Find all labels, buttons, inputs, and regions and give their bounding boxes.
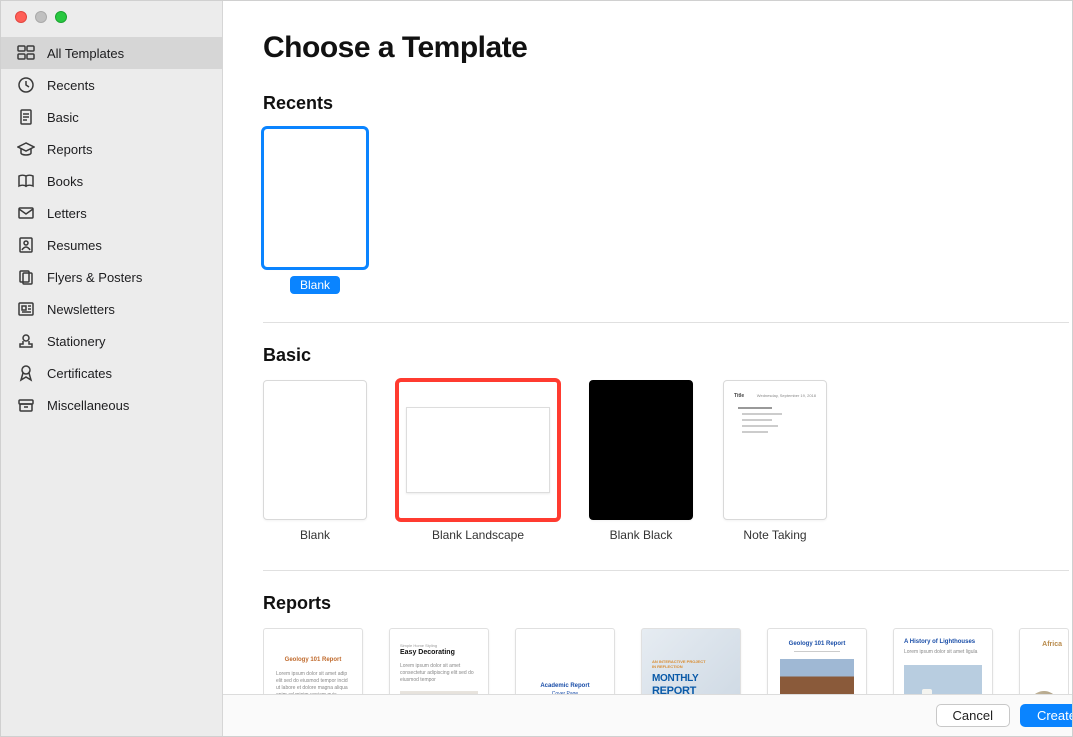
sidebar-item-all-templates[interactable]: All Templates xyxy=(1,37,222,69)
grid-icon xyxy=(17,44,35,62)
template-report-decorating[interactable]: Simple Home Styling Easy Decorating Lore… xyxy=(389,628,489,694)
section-divider xyxy=(263,570,1069,571)
main-area: Choose a Template Recents Blank Basic xyxy=(223,1,1073,736)
graduation-icon xyxy=(17,140,35,158)
report-title: MONTHLY xyxy=(652,673,698,684)
cancel-button[interactable]: Cancel xyxy=(936,704,1010,727)
template-label: Blank xyxy=(290,276,340,294)
window-controls xyxy=(15,11,67,23)
sidebar-item-label: Flyers & Posters xyxy=(47,270,142,285)
sidebar-item-label: Newsletters xyxy=(47,302,115,317)
template-thumb xyxy=(397,380,559,520)
sidebar-item-reports[interactable]: Reports xyxy=(1,133,222,165)
template-thumb xyxy=(263,128,367,268)
archive-icon xyxy=(17,396,35,414)
layers-icon xyxy=(17,268,35,286)
sidebar-item-label: Basic xyxy=(47,110,79,125)
section-basic: Basic Blank Blank Landscape Blank Black xyxy=(263,345,1069,542)
template-report-geology-2[interactable]: Geology 101 Report Lorem ipsum dolor sit… xyxy=(767,628,867,694)
sidebar: All Templates Recents Basic Reports Book xyxy=(1,1,223,736)
template-label: Blank xyxy=(300,528,330,542)
sidebar-item-label: All Templates xyxy=(47,46,124,61)
sidebar-item-label: Recents xyxy=(47,78,95,93)
minimize-window-button[interactable] xyxy=(35,11,47,23)
stamp-icon xyxy=(17,332,35,350)
sidebar-item-miscellaneous[interactable]: Miscellaneous xyxy=(1,389,222,421)
section-recents: Recents Blank xyxy=(263,93,1069,294)
page-icon xyxy=(17,108,35,126)
report-title: Africa xyxy=(1042,641,1062,648)
template-report-africa[interactable]: Africa xyxy=(1019,628,1069,694)
section-reports: Reports Geology 101 Report Lorem ipsum d… xyxy=(263,593,1069,694)
template-thumb xyxy=(263,380,367,520)
sidebar-item-flyers-posters[interactable]: Flyers & Posters xyxy=(1,261,222,293)
report-title: Academic Report xyxy=(516,683,614,689)
template-label: Blank Black xyxy=(610,528,673,542)
report-title: Geology 101 Report xyxy=(264,657,362,663)
sidebar-item-label: Miscellaneous xyxy=(47,398,129,413)
sidebar-item-newsletters[interactable]: Newsletters xyxy=(1,293,222,325)
template-basic-blank-landscape[interactable]: Blank Landscape xyxy=(397,380,559,542)
template-basic-blank-black[interactable]: Blank Black xyxy=(589,380,693,542)
sidebar-item-books[interactable]: Books xyxy=(1,165,222,197)
template-label: Blank Landscape xyxy=(432,528,524,542)
sidebar-item-label: Resumes xyxy=(47,238,102,253)
template-thumb: Title Wednesday, September 19, 2018 xyxy=(723,380,827,520)
close-window-button[interactable] xyxy=(15,11,27,23)
template-basic-blank[interactable]: Blank xyxy=(263,380,367,542)
template-report-academic[interactable]: Academic Report Cover Page xyxy=(515,628,615,694)
note-date: Wednesday, September 19, 2018 xyxy=(757,393,816,398)
note-title: Title xyxy=(734,393,744,399)
template-chooser-window: All Templates Recents Basic Reports Book xyxy=(0,0,1073,737)
section-title-reports: Reports xyxy=(263,593,1069,614)
content-scroll[interactable]: Choose a Template Recents Blank Basic xyxy=(223,1,1073,694)
report-title: Easy Decorating xyxy=(400,649,455,656)
template-report-lighthouses[interactable]: A History of Lighthouses Lorem ipsum dol… xyxy=(893,628,993,694)
template-report-geology[interactable]: Geology 101 Report Lorem ipsum dolor sit… xyxy=(263,628,363,694)
template-report-monthly[interactable]: AN INTERACTIVE PROJECTIN REFLECTION MONT… xyxy=(641,628,741,694)
sidebar-item-label: Reports xyxy=(47,142,93,157)
template-recent-blank[interactable]: Blank xyxy=(263,128,367,294)
sidebar-item-stationery[interactable]: Stationery xyxy=(1,325,222,357)
envelope-icon xyxy=(17,204,35,222)
sidebar-item-label: Letters xyxy=(47,206,87,221)
sidebar-item-recents[interactable]: Recents xyxy=(1,69,222,101)
create-button[interactable]: Create xyxy=(1020,704,1073,727)
clock-icon xyxy=(17,76,35,94)
report-title: A History of Lighthouses xyxy=(904,639,975,645)
sidebar-item-label: Certificates xyxy=(47,366,112,381)
book-icon xyxy=(17,172,35,190)
sidebar-item-resumes[interactable]: Resumes xyxy=(1,229,222,261)
report-title: Geology 101 Report xyxy=(768,641,866,647)
page-title: Choose a Template xyxy=(263,31,1069,65)
section-divider xyxy=(263,322,1069,323)
section-title-basic: Basic xyxy=(263,345,1069,366)
template-label: Note Taking xyxy=(743,528,806,542)
report-subtitle: Cover Page xyxy=(516,691,614,694)
report-title2: REPORT xyxy=(652,685,696,694)
sidebar-item-label: Books xyxy=(47,174,83,189)
sidebar-item-letters[interactable]: Letters xyxy=(1,197,222,229)
zoom-window-button[interactable] xyxy=(55,11,67,23)
template-basic-note-taking[interactable]: Title Wednesday, September 19, 2018 Note… xyxy=(723,380,827,542)
footer: Cancel Create xyxy=(223,694,1073,736)
section-title-recents: Recents xyxy=(263,93,1069,114)
sidebar-item-certificates[interactable]: Certificates xyxy=(1,357,222,389)
report-subtitle: Simple Home Styling xyxy=(400,643,437,648)
sidebar-item-basic[interactable]: Basic xyxy=(1,101,222,133)
person-page-icon xyxy=(17,236,35,254)
ribbon-icon xyxy=(17,364,35,382)
template-thumb xyxy=(589,380,693,520)
newspaper-icon xyxy=(17,300,35,318)
sidebar-item-label: Stationery xyxy=(47,334,106,349)
